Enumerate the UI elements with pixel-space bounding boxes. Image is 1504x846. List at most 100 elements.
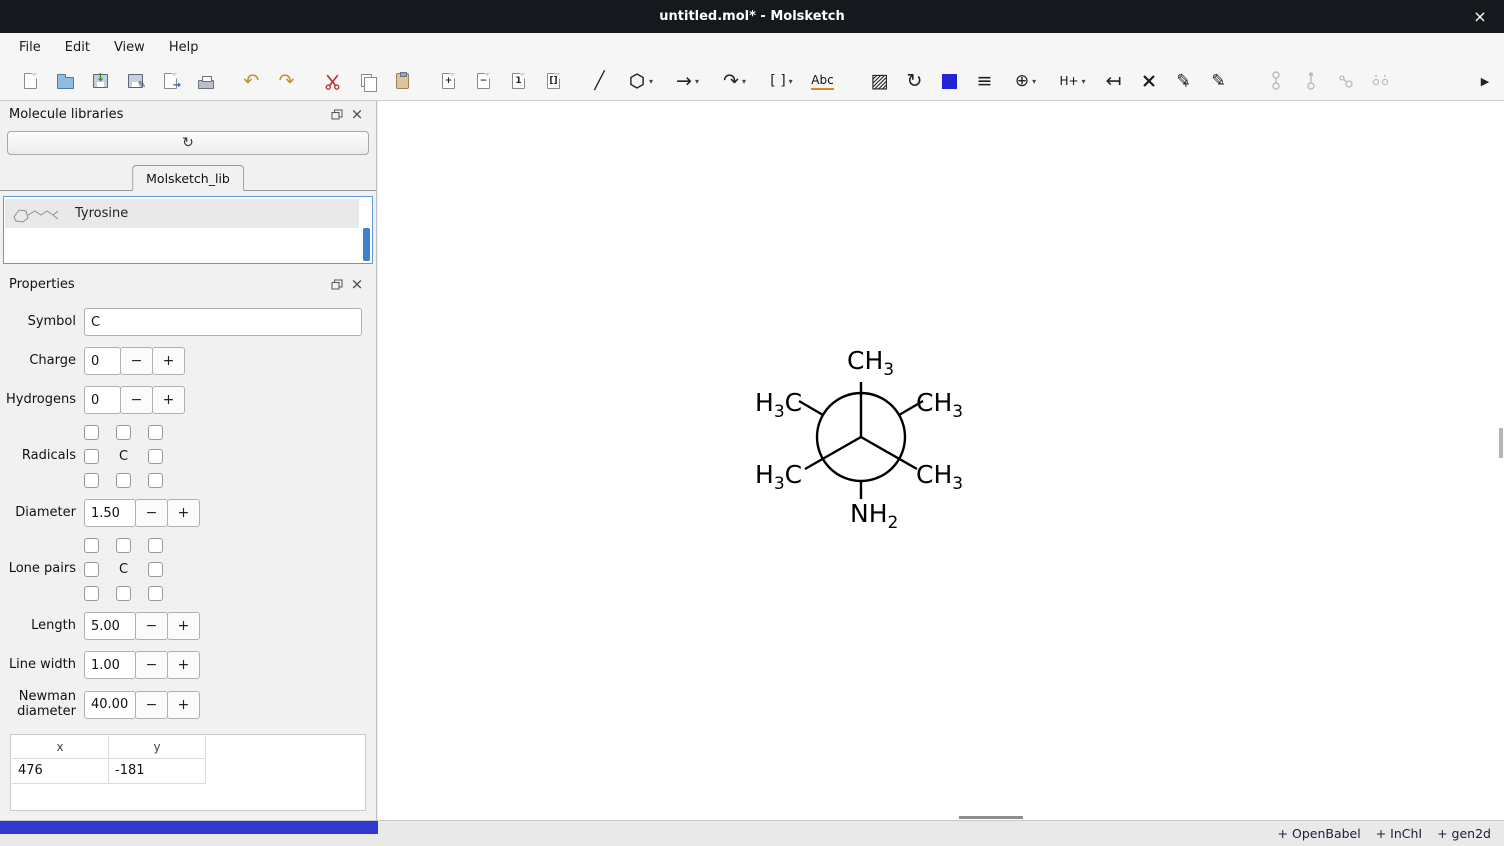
ring-dropdown-icon[interactable]: ▾ xyxy=(649,77,653,86)
charge-increment-button[interactable]: + xyxy=(152,347,185,375)
lone-pair-checkbox[interactable] xyxy=(116,586,131,601)
new-button[interactable] xyxy=(13,66,48,96)
diameter-input[interactable] xyxy=(84,499,136,527)
drawing-canvas[interactable]: CH3 H3C CH3 H3C CH3 NH2 xyxy=(378,101,1504,820)
save-as-button[interactable]: ✎ xyxy=(118,66,153,96)
bracket-dropdown-icon[interactable]: ▾ xyxy=(789,77,793,86)
hydrogen-dropdown-icon[interactable]: ▾ xyxy=(1082,77,1086,86)
atom-label-lower-right[interactable]: CH3 xyxy=(916,460,963,494)
length-input[interactable] xyxy=(84,612,136,640)
radical-checkbox[interactable] xyxy=(84,473,99,488)
curved-arrow-dropdown-icon[interactable]: ▾ xyxy=(742,77,746,86)
lone-pair-checkbox[interactable] xyxy=(148,562,163,577)
charge-tool-button[interactable]: ⊕ ▾ xyxy=(1002,66,1049,96)
front-bond-lower-right[interactable] xyxy=(861,437,917,469)
coord-column-header-x[interactable]: x xyxy=(12,736,109,759)
back-bond-upper-left[interactable] xyxy=(799,401,823,415)
hydrogens-input[interactable] xyxy=(84,386,121,414)
rotate-tool-button[interactable]: ↻ xyxy=(897,66,932,96)
radical-checkbox[interactable] xyxy=(148,425,163,440)
window-close-button[interactable]: × xyxy=(1466,0,1494,33)
line-width-decrement-button[interactable]: − xyxy=(135,651,168,679)
list-item-tyrosine[interactable]: Tyrosine xyxy=(5,199,359,228)
pencil-plus-button[interactable]: ✎+ xyxy=(1166,66,1201,96)
reaction-arrow-button[interactable]: → ▾ xyxy=(664,66,711,96)
properties-close-button[interactable]: × xyxy=(347,274,367,294)
menu-file[interactable]: File xyxy=(7,36,53,59)
length-increment-button[interactable]: + xyxy=(167,612,200,640)
reaction-arrow-dropdown-icon[interactable]: ▾ xyxy=(695,77,699,86)
paste-button[interactable] xyxy=(385,66,420,96)
atom-label-upper-left[interactable]: H3C xyxy=(755,388,802,422)
print-button[interactable] xyxy=(188,66,223,96)
newman-diameter-input[interactable] xyxy=(84,691,136,719)
symbol-input[interactable] xyxy=(84,308,362,336)
hydrogens-decrement-button[interactable]: − xyxy=(120,386,153,414)
coord-cell-y[interactable]: -181 xyxy=(109,759,206,784)
hatch-tool-button[interactable]: ▨ xyxy=(862,66,897,96)
zoom-out-button[interactable]: − xyxy=(466,66,501,96)
lone-pair-checkbox[interactable] xyxy=(84,538,99,553)
undo-button[interactable]: ↶ xyxy=(234,66,269,96)
newman-increment-button[interactable]: + xyxy=(167,691,200,719)
radical-checkbox[interactable] xyxy=(84,425,99,440)
delete-tool-button[interactable] xyxy=(1131,66,1166,96)
front-bond-lower-left[interactable] xyxy=(805,437,861,469)
cut-button[interactable] xyxy=(315,66,350,96)
line-width-button[interactable]: ≡ xyxy=(967,66,1002,96)
zoom-in-button[interactable]: + xyxy=(431,66,466,96)
curved-arrow-button[interactable]: ↷ ▾ xyxy=(711,66,758,96)
copy-button[interactable] xyxy=(350,66,385,96)
color-picker-button[interactable] xyxy=(932,66,967,96)
newman-decrement-button[interactable]: − xyxy=(135,691,168,719)
canvas-vertical-scrollbar-handle[interactable] xyxy=(1499,428,1503,458)
redo-button[interactable]: ↷ xyxy=(269,66,304,96)
radical-checkbox[interactable] xyxy=(148,473,163,488)
pencil-minus-button[interactable]: ✎− xyxy=(1201,66,1236,96)
ring-tool-button[interactable]: ▾ xyxy=(617,66,664,96)
atom-label-lower-left[interactable]: H3C xyxy=(755,460,802,494)
lone-pair-checkbox[interactable] xyxy=(116,538,131,553)
library-scrollbar-handle[interactable] xyxy=(363,228,370,261)
text-tool-button[interactable]: Abc xyxy=(805,66,840,96)
charge-input[interactable] xyxy=(84,347,121,375)
menu-help[interactable]: Help xyxy=(157,36,211,59)
library-float-button[interactable] xyxy=(327,104,347,124)
export-button[interactable]: → xyxy=(153,66,188,96)
coord-cell-x[interactable]: 476 xyxy=(12,759,109,784)
coord-column-header-y[interactable]: y xyxy=(109,736,206,759)
length-decrement-button[interactable]: − xyxy=(135,612,168,640)
zoom-fit-button[interactable]: [] xyxy=(536,66,571,96)
library-close-button[interactable]: × xyxy=(347,104,367,124)
bracket-tool-button[interactable]: [ ] ▾ xyxy=(758,66,805,96)
tab-molsketch-lib[interactable]: Molsketch_lib xyxy=(132,165,244,191)
toolbar-overflow-button[interactable]: ▶ xyxy=(1470,66,1500,96)
diameter-decrement-button[interactable]: − xyxy=(135,499,168,527)
save-button[interactable]: ↓ xyxy=(83,66,118,96)
hydrogens-increment-button[interactable]: + xyxy=(152,386,185,414)
radical-checkbox[interactable] xyxy=(84,449,99,464)
properties-float-button[interactable] xyxy=(327,274,347,294)
line-width-increment-button[interactable]: + xyxy=(167,651,200,679)
library-refresh-button[interactable]: ↻ xyxy=(7,131,369,155)
radical-checkbox[interactable] xyxy=(148,449,163,464)
lone-pair-checkbox[interactable] xyxy=(84,562,99,577)
lone-pair-checkbox[interactable] xyxy=(148,538,163,553)
canvas-horizontal-scrollbar-handle[interactable] xyxy=(959,816,1023,819)
radical-checkbox[interactable] xyxy=(116,425,131,440)
hydrogen-tool-button[interactable]: H+ ▾ xyxy=(1049,66,1096,96)
line-width-input[interactable] xyxy=(84,651,136,679)
zoom-original-button[interactable]: 1 xyxy=(501,66,536,96)
radical-checkbox[interactable] xyxy=(116,473,131,488)
diameter-increment-button[interactable]: + xyxy=(167,499,200,527)
lone-pair-checkbox[interactable] xyxy=(84,586,99,601)
charge-dropdown-icon[interactable]: ▾ xyxy=(1032,77,1036,86)
electron-arrow-button[interactable]: ↤ xyxy=(1096,66,1131,96)
draw-bond-button[interactable]: ╱ xyxy=(582,66,617,96)
charge-decrement-button[interactable]: − xyxy=(120,347,153,375)
atom-label-top[interactable]: CH3 xyxy=(847,346,894,380)
atom-label-upper-right[interactable]: CH3 xyxy=(916,388,963,422)
open-button[interactable] xyxy=(48,66,83,96)
library-list[interactable]: Tyrosine xyxy=(3,196,373,264)
atom-label-bottom[interactable]: NH2 xyxy=(850,499,898,533)
